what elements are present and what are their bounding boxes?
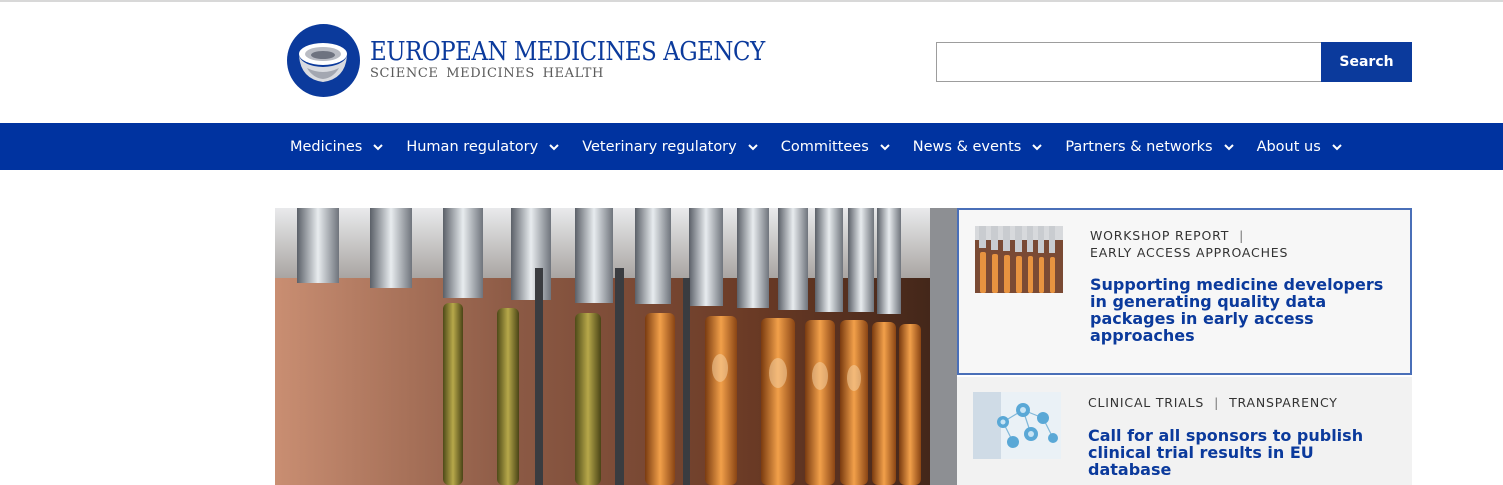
nav-item-label: Human regulatory: [406, 138, 539, 155]
card-title-link[interactable]: Call for all sponsors to publish clinica…: [1088, 427, 1394, 478]
nav-item-label: Committees: [780, 138, 869, 155]
chevron-down-icon: [880, 143, 890, 150]
nav-item-news-events[interactable]: News & events: [913, 139, 1044, 155]
chevron-down-icon: [1223, 143, 1234, 150]
molecular-network-thumbnail: [973, 392, 1061, 459]
chevron-down-icon: [1332, 143, 1342, 150]
ampoule-production-thumbnail: [975, 226, 1063, 293]
news-card-early-access[interactable]: WORKSHOP REPORT | EARLY ACCESS APPROACHES…: [957, 208, 1412, 375]
chevron-down-icon: [748, 143, 758, 150]
nav-item-about-us[interactable]: About us: [1257, 139, 1343, 155]
chevron-down-icon: [1032, 143, 1043, 150]
card-tags: WORKSHOP REPORT | EARLY ACCESS APPROACHES: [1090, 228, 1289, 260]
search-button[interactable]: Search: [1321, 42, 1412, 82]
logo-subtitle: SCIENCE MEDICINES HEALTH: [370, 66, 604, 81]
nav-item-label: Medicines: [290, 138, 363, 155]
hero-image-ampoule-filling[interactable]: [275, 208, 957, 485]
nav-item-partners-networks[interactable]: Partners & networks: [1065, 139, 1234, 155]
tag-workshop-report[interactable]: WORKSHOP REPORT: [1090, 228, 1229, 243]
search-input[interactable]: [936, 42, 1321, 82]
chevron-down-icon: [549, 143, 559, 150]
ema-logo-link[interactable]: EUROPEAN MEDICINES AGENCY SCIENCE MEDICI…: [287, 24, 819, 97]
nav-item-label: About us: [1256, 138, 1321, 155]
nav-item-human-regulatory[interactable]: Human regulatory: [406, 139, 560, 155]
main-navigation: Medicines Human regulatory Veterinary re…: [0, 123, 1503, 170]
card-title-link[interactable]: Supporting medicine developers in genera…: [1090, 276, 1392, 344]
card-tags: CLINICAL TRIALS | TRANSPARENCY: [1088, 395, 1338, 410]
tag-transparency[interactable]: TRANSPARENCY: [1229, 395, 1338, 410]
tag-early-access-approaches[interactable]: EARLY ACCESS APPROACHES: [1090, 245, 1288, 260]
chevron-down-icon: [373, 143, 384, 150]
search-form: Search: [936, 42, 1412, 82]
tag-clinical-trials[interactable]: CLINICAL TRIALS: [1088, 395, 1204, 410]
logo-title: EUROPEAN MEDICINES AGENCY: [370, 37, 765, 67]
news-card-clinical-trials[interactable]: CLINICAL TRIALS | TRANSPARENCY Call for al…: [957, 377, 1412, 485]
nav-item-label: News & events: [912, 138, 1022, 155]
top-border: [0, 0, 1503, 2]
nav-item-veterinary-regulatory[interactable]: Veterinary regulatory: [582, 139, 759, 155]
nav-item-medicines[interactable]: Medicines: [290, 139, 384, 155]
nav-item-committees[interactable]: Committees: [781, 139, 891, 155]
ema-logo-icon: [287, 24, 360, 97]
nav-item-label: Veterinary regulatory: [582, 138, 737, 155]
nav-item-label: Partners & networks: [1065, 138, 1213, 155]
